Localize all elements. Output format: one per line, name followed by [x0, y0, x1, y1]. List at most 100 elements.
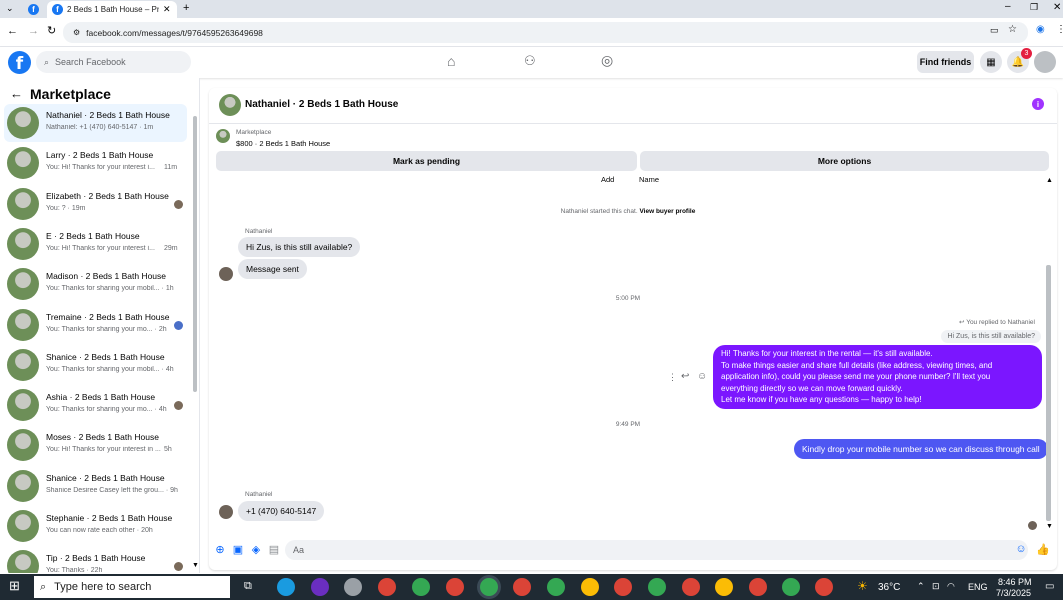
listing-thumbnail[interactable]: [216, 129, 230, 143]
conversation-preview: You: ? · 19m: [46, 204, 86, 212]
conversation-item[interactable]: Shanice · 2 Beds 1 Bath House Shanice Des…: [4, 467, 187, 505]
conversation-item[interactable]: Tip · 2 Beds 1 Bath House You: Thanks · 2…: [4, 547, 187, 573]
tab-facebook[interactable]: f: [22, 1, 46, 18]
chrome-icon[interactable]: [581, 578, 599, 596]
weather-icon[interactable]: ☀: [857, 579, 868, 593]
react-emoji-icon[interactable]: ☺: [697, 371, 707, 382]
temperature[interactable]: 36°C: [878, 582, 900, 593]
plus-icon[interactable]: ⊕: [213, 542, 227, 556]
chrome-icon[interactable]: [715, 578, 733, 596]
search-input[interactable]: ⌕ Search Facebook: [36, 51, 191, 73]
notification-center-icon[interactable]: ▭: [1045, 581, 1054, 592]
conversation-item[interactable]: Nathaniel · 2 Beds 1 Bath House Nathaniel…: [4, 104, 187, 142]
clock-date[interactable]: 7/3/2025: [996, 588, 1031, 598]
groups-icon[interactable]: ◎: [601, 52, 613, 69]
friends-icon[interactable]: ⚇: [524, 53, 536, 69]
incoming-message[interactable]: Message sent: [238, 259, 307, 279]
install-icon[interactable]: ▭: [990, 25, 999, 36]
back-icon[interactable]: ←: [7, 25, 18, 37]
sender-avatar[interactable]: [219, 505, 233, 519]
minimize-icon[interactable]: –: [1005, 1, 1011, 12]
chrome-icon[interactable]: [480, 578, 498, 596]
facebook-logo[interactable]: f: [8, 51, 31, 74]
home-icon[interactable]: ⌂: [447, 53, 455, 69]
reply-icon[interactable]: ↩: [681, 371, 689, 382]
forward-icon[interactable]: →: [28, 25, 39, 37]
conversation-item[interactable]: Moses · 2 Beds 1 Bath House You: Hi! Than…: [4, 426, 187, 464]
outgoing-message[interactable]: Kindly drop your mobile number so we can…: [794, 439, 1048, 459]
chat-title[interactable]: Nathaniel · 2 Beds 1 Bath House: [245, 99, 398, 110]
photo-icon[interactable]: ▣: [231, 542, 245, 556]
conversation-item[interactable]: Madison · 2 Beds 1 Bath House You: Thanks…: [4, 265, 187, 303]
reload-icon[interactable]: ↻: [47, 24, 56, 37]
sticker-icon[interactable]: ◈: [249, 542, 263, 556]
listing-summary[interactable]: $800 · 2 Beds 1 Bath House: [236, 139, 330, 148]
menu-grid-icon[interactable]: ▦: [980, 51, 1002, 73]
more-options-button[interactable]: More options: [640, 151, 1049, 171]
chrome-icon[interactable]: [782, 578, 800, 596]
bookmark-star-icon[interactable]: ☆: [1008, 24, 1017, 35]
conversation-item[interactable]: Larry · 2 Beds 1 Bath House You: Hi! Than…: [4, 144, 187, 182]
conversation-item[interactable]: Elizabeth · 2 Beds 1 Bath House You: ? · …: [4, 185, 187, 223]
incoming-message[interactable]: Hi Zus, is this still available?: [238, 237, 361, 257]
chrome-icon[interactable]: [614, 578, 632, 596]
site-info-icon[interactable]: ⚙: [73, 28, 80, 37]
app-icon[interactable]: [311, 578, 329, 596]
chrome-icon[interactable]: [412, 578, 430, 596]
scroll-up-icon[interactable]: ▲: [1046, 177, 1053, 184]
chrome-icon[interactable]: [547, 578, 565, 596]
emoji-icon[interactable]: ☺: [1014, 542, 1028, 556]
app-icon[interactable]: [344, 578, 362, 596]
sender-avatar[interactable]: [219, 267, 233, 281]
chrome-icon[interactable]: [682, 578, 700, 596]
incoming-message[interactable]: +1 (470) 640-5147: [238, 501, 325, 521]
conversation-item[interactable]: Tremaine · 2 Beds 1 Bath House You: Thank…: [4, 306, 187, 344]
language-indicator[interactable]: ENG: [968, 582, 988, 592]
back-arrow-icon[interactable]: ←: [10, 86, 23, 101]
message-input[interactable]: Aa: [285, 540, 1028, 560]
chat-avatar[interactable]: [219, 94, 241, 116]
gif-icon[interactable]: ▤: [267, 542, 281, 556]
sidebar-scrollbar[interactable]: [193, 116, 197, 392]
tray-chevron-icon[interactable]: ⌃: [917, 581, 925, 592]
like-icon[interactable]: 👍: [1036, 542, 1050, 556]
url-field[interactable]: ⚙ facebook.com/messages/t/97645952636496…: [63, 22, 1028, 43]
network-icon[interactable]: ⊡: [932, 581, 940, 592]
tab-active[interactable]: f 2 Beds 1 Bath House – Property ✕: [47, 1, 177, 18]
close-tab-icon[interactable]: ✕: [163, 4, 171, 15]
profile-icon[interactable]: ◉: [1036, 24, 1045, 35]
taskbar-search[interactable]: ⌕ Type here to search: [34, 576, 230, 598]
chrome-icon[interactable]: [648, 578, 666, 596]
conversation-item[interactable]: E · 2 Beds 1 Bath House You: Hi! Thanks f…: [4, 225, 187, 263]
info-icon[interactable]: i: [1032, 98, 1044, 110]
chrome-icon[interactable]: [378, 578, 396, 596]
find-friends-button[interactable]: Find friends: [917, 51, 974, 73]
edge-icon[interactable]: [277, 578, 295, 596]
restore-icon[interactable]: ❐: [1030, 2, 1038, 13]
task-view-icon[interactable]: ⧉: [244, 580, 252, 593]
close-window-icon[interactable]: ✕: [1053, 2, 1061, 13]
wifi-icon[interactable]: ◠: [947, 581, 955, 592]
quoted-message[interactable]: Hi Zus, is this still available?: [941, 330, 1041, 343]
conversation-time: 5h: [164, 446, 172, 454]
chrome-icon[interactable]: [446, 578, 464, 596]
new-tab-icon[interactable]: +: [183, 2, 189, 14]
windows-start-icon[interactable]: ⊞: [9, 578, 20, 594]
clock-time[interactable]: 8:46 PM: [998, 577, 1032, 587]
browser-menu-icon[interactable]: ⋮: [1056, 24, 1063, 35]
scroll-down-icon[interactable]: ▼: [192, 562, 199, 569]
view-buyer-profile-link[interactable]: View buyer profile: [639, 208, 695, 215]
chat-scrollbar[interactable]: [1046, 265, 1051, 521]
mark-pending-button[interactable]: Mark as pending: [216, 151, 637, 171]
more-actions-icon[interactable]: ⋮: [668, 372, 677, 383]
tab-list-icon[interactable]: ⌄: [6, 3, 14, 14]
conversation-item[interactable]: Ashia · 2 Beds 1 Bath House You: Thanks f…: [4, 386, 187, 424]
chrome-icon[interactable]: [749, 578, 767, 596]
account-avatar[interactable]: [1034, 51, 1056, 73]
conversation-item[interactable]: Shanice · 2 Beds 1 Bath House You: Thanks…: [4, 346, 187, 384]
chrome-icon[interactable]: [513, 578, 531, 596]
scroll-down-icon[interactable]: ▼: [1046, 523, 1053, 530]
conversation-item[interactable]: Stephanie · 2 Beds 1 Bath House You can n…: [4, 507, 187, 545]
outgoing-message[interactable]: Hi! Thanks for your interest in the rent…: [713, 345, 1042, 409]
chrome-icon[interactable]: [815, 578, 833, 596]
